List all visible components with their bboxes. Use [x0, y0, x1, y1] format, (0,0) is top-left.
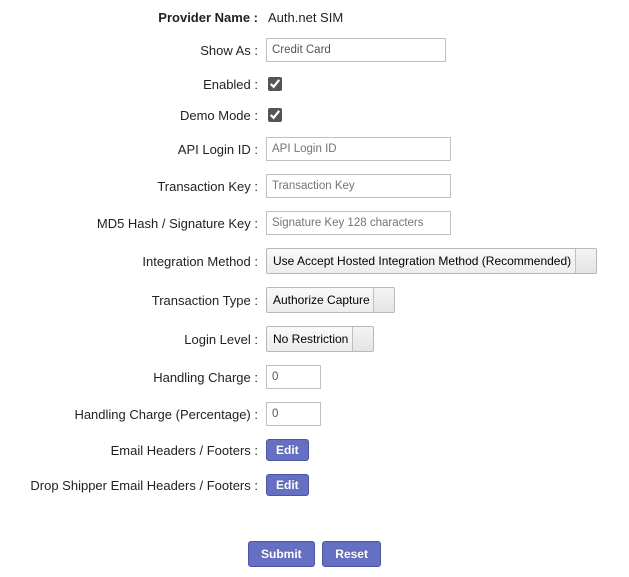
demo-checkbox[interactable] [268, 108, 282, 122]
integration-select-wrap: Use Accept Hosted Integration Method (Re… [266, 248, 597, 274]
api-login-input[interactable] [266, 137, 451, 161]
md5-row: MD5 Hash / Signature Key : [8, 211, 621, 235]
email-hf-edit-button[interactable]: Edit [266, 439, 309, 461]
md5-label: MD5 Hash / Signature Key : [8, 216, 266, 231]
dropship-hf-row: Drop Shipper Email Headers / Footers : E… [8, 474, 621, 496]
handling-pct-input[interactable] [266, 402, 321, 426]
enabled-checkbox[interactable] [268, 77, 282, 91]
enabled-row: Enabled : [8, 75, 621, 93]
email-hf-label: Email Headers / Footers : [8, 443, 266, 458]
enabled-label: Enabled : [8, 77, 266, 92]
dropship-hf-label: Drop Shipper Email Headers / Footers : [8, 478, 266, 493]
md5-input[interactable] [266, 211, 451, 235]
integration-select[interactable]: Use Accept Hosted Integration Method (Re… [266, 248, 597, 274]
login-level-label: Login Level : [8, 332, 266, 347]
login-level-select[interactable]: No Restriction [266, 326, 374, 352]
show-as-row: Show As : [8, 38, 621, 62]
integration-row: Integration Method : Use Accept Hosted I… [8, 248, 621, 274]
handling-row: Handling Charge : [8, 365, 621, 389]
show-as-input[interactable] [266, 38, 446, 62]
reset-button[interactable]: Reset [322, 541, 381, 567]
provider-name-row: Provider Name : Auth.net SIM [8, 10, 621, 25]
handling-input[interactable] [266, 365, 321, 389]
transaction-key-label: Transaction Key : [8, 179, 266, 194]
transaction-key-row: Transaction Key : [8, 174, 621, 198]
transaction-key-input[interactable] [266, 174, 451, 198]
demo-label: Demo Mode : [8, 108, 266, 123]
handling-pct-row: Handling Charge (Percentage) : [8, 402, 621, 426]
api-login-row: API Login ID : [8, 137, 621, 161]
transaction-type-select-wrap: Authorize Capture ▾ [266, 287, 395, 313]
handling-label: Handling Charge : [8, 370, 266, 385]
action-row: Submit Reset [8, 541, 621, 567]
login-level-row: Login Level : No Restriction ▾ [8, 326, 621, 352]
submit-button[interactable]: Submit [248, 541, 315, 567]
integration-label: Integration Method : [8, 254, 266, 269]
demo-row: Demo Mode : [8, 106, 621, 124]
email-hf-row: Email Headers / Footers : Edit [8, 439, 621, 461]
provider-name-label: Provider Name : [8, 10, 266, 25]
show-as-label: Show As : [8, 43, 266, 58]
login-level-select-wrap: No Restriction ▾ [266, 326, 374, 352]
api-login-label: API Login ID : [8, 142, 266, 157]
provider-form: Provider Name : Auth.net SIM Show As : E… [8, 10, 621, 567]
transaction-type-select[interactable]: Authorize Capture [266, 287, 395, 313]
dropship-hf-edit-button[interactable]: Edit [266, 474, 309, 496]
handling-pct-label: Handling Charge (Percentage) : [8, 407, 266, 422]
transaction-type-label: Transaction Type : [8, 293, 266, 308]
provider-name-value: Auth.net SIM [266, 10, 343, 25]
transaction-type-row: Transaction Type : Authorize Capture ▾ [8, 287, 621, 313]
